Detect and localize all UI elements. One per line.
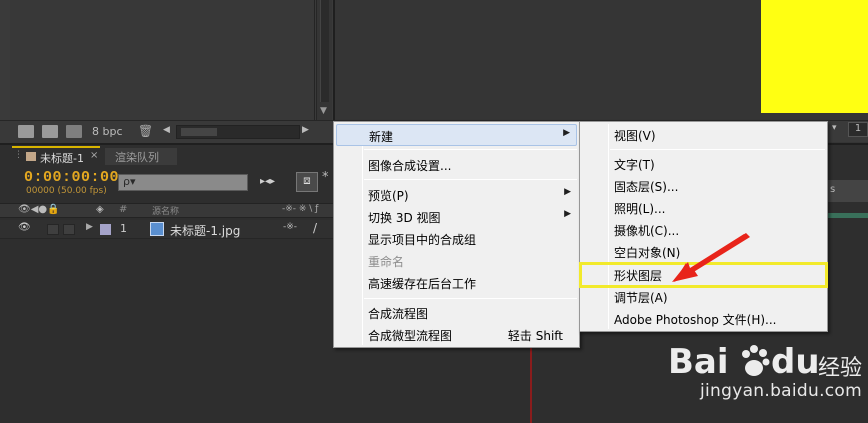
menu-item-label: 照明(L)...: [614, 202, 666, 216]
menu-item-label: 视图(V): [614, 129, 656, 143]
time-ruler-label: s: [830, 184, 836, 195]
menu-item-label: Adobe Photoshop 文件(H)...: [614, 313, 777, 327]
watermark-url: jingyan.baidu.com: [700, 381, 862, 401]
layer-label-color[interactable]: [100, 224, 111, 235]
scroll-right-arrow-icon[interactable]: ▶: [302, 125, 309, 135]
menu-separator: [364, 149, 577, 150]
menu-item-label: 合成流程图: [368, 307, 429, 321]
viewer-dropdown-icon[interactable]: ▾: [832, 123, 837, 133]
menu-item-label: 调节层(A): [614, 291, 668, 305]
layer-column-header: 👁◀●🔒 ◈ # 源名称 -※- ※ \ ƒ: [0, 203, 333, 218]
av-features-icons[interactable]: 👁◀●🔒: [18, 204, 60, 215]
image-file-icon: [150, 222, 164, 236]
context-menu: 新建 ▶ 图像合成设置... 预览(P) ▶ 切换 3D 视图 ▶ 显示项目中的…: [333, 121, 580, 348]
menu-item-label: 固态层(S)...: [614, 180, 679, 194]
live-update-icon[interactable]: ⧈: [296, 172, 318, 192]
menu-item-mini-flowchart[interactable]: 合成微型流程图 轻击 Shift: [336, 324, 577, 346]
shy-switch-icon[interactable]: -※-: [283, 222, 297, 232]
menu-item-preview[interactable]: 预览(P) ▶: [336, 184, 577, 206]
close-icon[interactable]: ×: [90, 150, 98, 161]
composition-swatch-icon: [26, 152, 36, 161]
tab-composition-label: 未标题-1: [40, 152, 84, 165]
lock-toggle[interactable]: [63, 224, 75, 235]
layer-duration-bar[interactable]: [828, 213, 868, 218]
trash-icon[interactable]: 🗑: [138, 124, 153, 138]
quality-switch-icon[interactable]: /: [313, 221, 317, 235]
menu-separator: [364, 298, 577, 299]
tab-composition[interactable]: ⋮ 未标题-1 ×: [12, 146, 100, 165]
scroll-down-arrow-icon[interactable]: ▼: [320, 106, 327, 116]
time-ruler-strip[interactable]: s: [828, 180, 868, 202]
switches-icons[interactable]: -※- ※ \ ƒ: [282, 204, 318, 214]
project-horizontal-scrollbar[interactable]: [176, 125, 300, 139]
layer-name[interactable]: 未标题-1.jpg: [170, 222, 240, 239]
bit-depth-label[interactable]: 8 bpc: [92, 125, 123, 138]
tab-render-queue[interactable]: 渲染队列: [105, 148, 177, 165]
project-vertical-scrollbar[interactable]: ▼: [316, 0, 332, 120]
menu-item-cache-background[interactable]: 高速缓存在后台工作: [336, 272, 577, 294]
menu-separator: [610, 149, 825, 150]
column-source-name[interactable]: 源名称: [152, 204, 179, 217]
submenu-arrow-icon: ▶: [564, 187, 571, 197]
interpret-footage-icon[interactable]: [18, 125, 34, 138]
scroll-left-arrow-icon[interactable]: ◀: [163, 125, 170, 135]
menu-item-shortcut: 轻击 Shift: [507, 329, 563, 343]
baidu-watermark-logo: Bai du 经验: [668, 342, 863, 382]
menu-item-label: 新建: [369, 130, 394, 144]
menu-item-reveal-in-project[interactable]: 显示项目中的合成组: [336, 228, 577, 250]
annotation-arrow-icon: [672, 233, 750, 282]
menu-item-new[interactable]: 新建 ▶: [336, 124, 577, 146]
scrollbar-track[interactable]: [320, 0, 329, 102]
submenu-item-solid[interactable]: 固态层(S)...: [582, 175, 825, 197]
new-folder-icon[interactable]: [42, 125, 58, 138]
submenu-item-text[interactable]: 文字(T): [582, 153, 825, 175]
baidu-paw-icon: [742, 345, 770, 376]
project-item-list[interactable]: [10, 0, 315, 120]
menu-item-flowchart[interactable]: 合成流程图: [336, 302, 577, 324]
current-time-display[interactable]: 0:00:00:00: [24, 169, 119, 186]
new-composition-icon[interactable]: [66, 125, 82, 138]
panel-grip-icon[interactable]: ⋮: [14, 150, 23, 160]
new-submenu: 视图(V) 文字(T) 固态层(S)... 照明(L)... 摄像机(C)...…: [579, 121, 828, 332]
project-toolbar: 8 bpc 🗑 ◀ ▶: [0, 120, 333, 143]
submenu-item-adjustment-layer[interactable]: 调节层(A): [582, 286, 825, 308]
composition-yellow-layer: [761, 0, 868, 113]
scrollbar-thumb[interactable]: [181, 128, 217, 136]
menu-item-composition-settings[interactable]: 图像合成设置...: [336, 154, 577, 176]
viewer-zoom-field[interactable]: 1: [848, 122, 868, 137]
menu-item-label: 预览(P): [368, 189, 409, 203]
draft-3d-icon[interactable]: *: [322, 170, 329, 185]
comp-mini-flowchart-icon[interactable]: ▸◂▸: [260, 176, 286, 190]
solo-toggle[interactable]: [47, 224, 59, 235]
menu-item-label: 合成微型流程图: [368, 329, 453, 343]
layer-number: 1: [120, 222, 127, 235]
search-icon: ρ▾: [123, 175, 136, 188]
layer-search-input[interactable]: ρ▾: [118, 174, 248, 191]
menu-separator: [364, 179, 577, 180]
menu-item-label: 切换 3D 视图: [368, 211, 441, 225]
menu-item-label: 重命名: [368, 255, 405, 269]
menu-item-label: 显示项目中的合成组: [368, 233, 477, 247]
watermark-du: du: [771, 342, 820, 382]
visibility-eye-icon[interactable]: 👁: [18, 222, 31, 233]
watermark-jingyan: 经验: [818, 356, 863, 381]
layer-row[interactable]: 👁 ▶ 1 未标题-1.jpg -※- /: [0, 220, 333, 239]
tab-render-queue-label: 渲染队列: [115, 151, 159, 164]
menu-item-switch-3d-view[interactable]: 切换 3D 视图 ▶: [336, 206, 577, 228]
menu-item-rename: 重命名: [336, 250, 577, 272]
menu-item-label: 高速缓存在后台工作: [368, 277, 477, 291]
submenu-arrow-icon: ▶: [563, 128, 570, 138]
column-layer-number[interactable]: #: [119, 204, 127, 215]
submenu-item-viewer[interactable]: 视图(V): [582, 124, 825, 146]
frame-rate-label: 00000 (50.00 fps): [26, 186, 107, 196]
submenu-item-light[interactable]: 照明(L)...: [582, 197, 825, 219]
menu-item-label: 文字(T): [614, 158, 655, 172]
submenu-item-photoshop-file[interactable]: Adobe Photoshop 文件(H)...: [582, 308, 825, 330]
menu-item-label: 图像合成设置...: [368, 159, 452, 173]
expand-layer-icon[interactable]: ▶: [86, 222, 93, 232]
watermark-bai: Bai: [668, 342, 729, 382]
submenu-arrow-icon: ▶: [564, 209, 571, 219]
label-tag-icon[interactable]: ◈: [96, 204, 104, 215]
